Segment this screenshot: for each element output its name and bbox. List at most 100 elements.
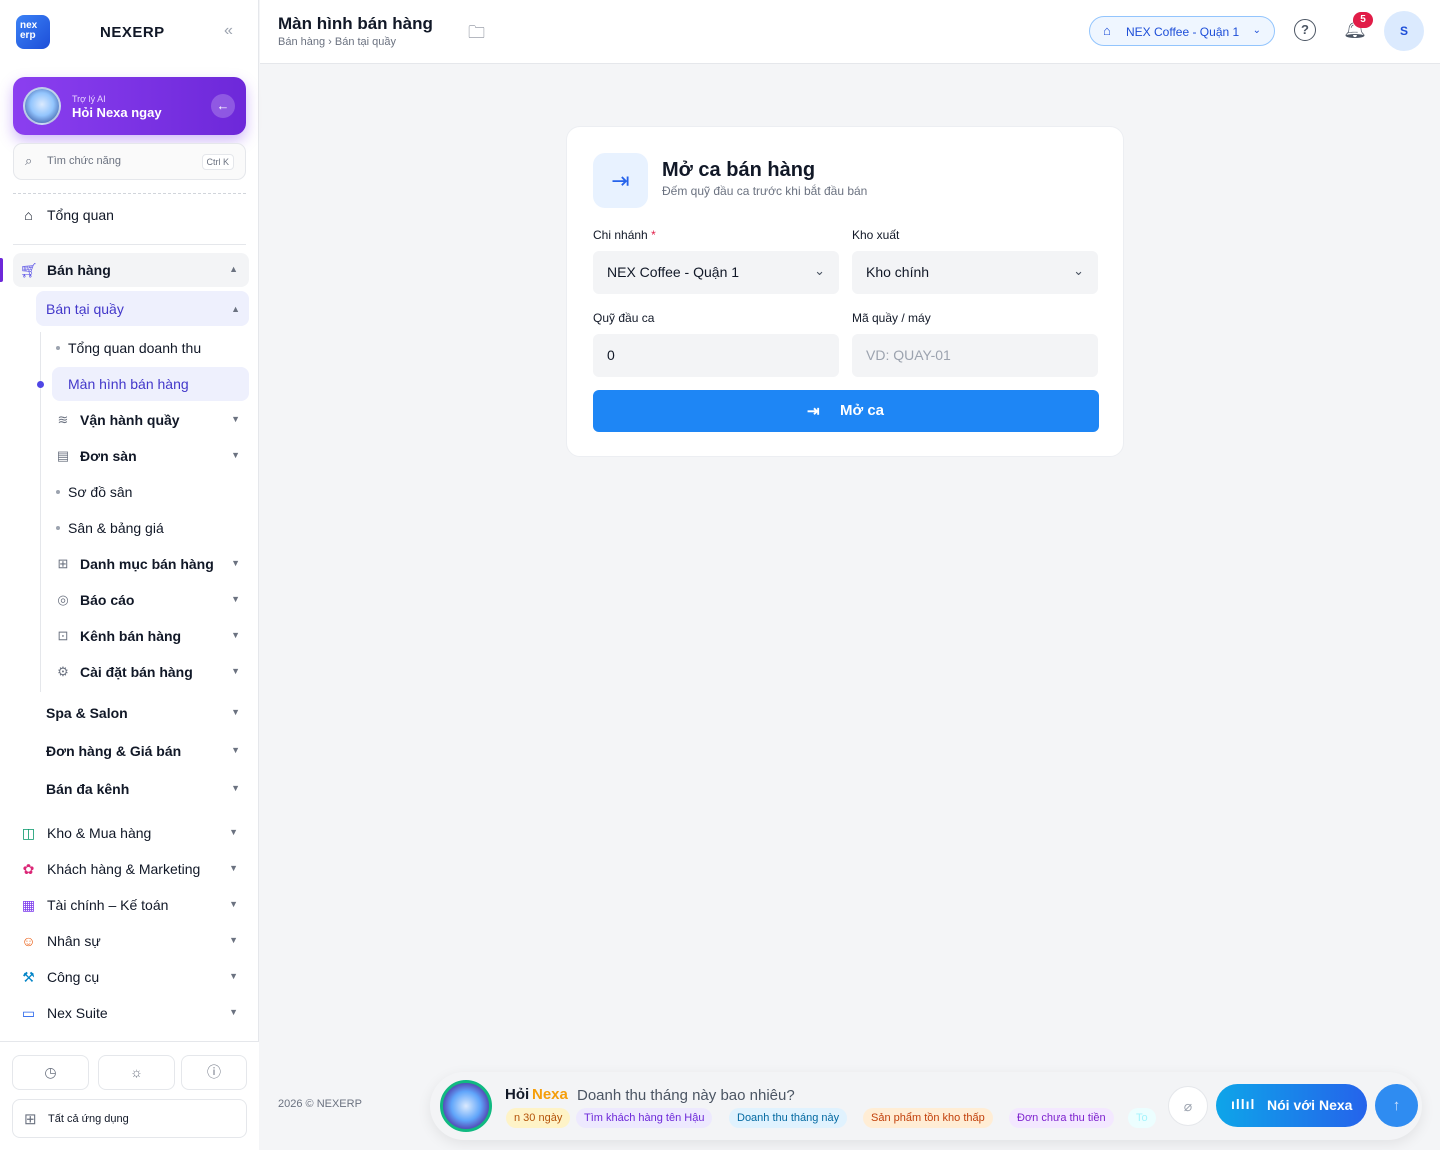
ai-chat-bar: Hỏi Nexa Doanh thu tháng này bao nhiêu? … — [430, 1072, 1422, 1140]
topbar: Màn hình bán hàng Bán hàng › Bán tại quầ… — [260, 0, 1440, 64]
warehouse-select[interactable]: Kho chính ⌄ — [852, 251, 1098, 294]
chevron-down-icon: ▼ — [231, 414, 240, 424]
sidebar-item-crm[interactable]: ✿ Khách hàng & Marketing ▼ — [13, 852, 249, 886]
current-dot — [37, 381, 44, 388]
sidebar-item-label: Kênh bán hàng — [80, 628, 182, 644]
gear-icon: ⚙︎ — [57, 664, 69, 679]
chat-title-nexa: Nexa — [532, 1086, 568, 1103]
function-search-input[interactable]: ⌕ Tìm chức năng Ctrl K — [13, 143, 246, 180]
chevron-down-icon: ▼ — [229, 827, 238, 837]
all-apps-button[interactable]: ⊞ Tất cả ứng dụng — [12, 1099, 247, 1138]
search-icon: ⌕ — [25, 153, 33, 168]
sidebar-item-nex-suite[interactable]: ▭ Nex Suite ▼ — [13, 996, 249, 1030]
theme-toggle-icon[interactable]: ☼ — [98, 1055, 175, 1090]
sidebar-group-omnichannel[interactable]: Bán đa kênh ▼ — [36, 772, 249, 806]
login-icon: ⇥ — [807, 403, 820, 420]
sidebar-item-label: Spa & Salon — [46, 705, 128, 721]
sidebar-item-counter-sales[interactable]: Bán tại quầy ▲ — [36, 291, 249, 326]
warehouse-field-label: Kho xuất — [852, 228, 900, 242]
chevron-down-icon: ⌄ — [1073, 263, 1084, 278]
home-icon: ⌂ — [24, 207, 33, 223]
ai-card-caption: Trợ lý AI — [72, 94, 106, 104]
sidebar-item-label: Tổng quan doanh thu — [68, 340, 202, 356]
sidebar-item-label: Công cụ — [47, 969, 100, 985]
branch-select[interactable]: NEX Coffee - Quận 1 ⌄ — [593, 251, 839, 294]
sidebar-group-orders-pricing[interactable]: Đơn hàng & Giá bán ▼ — [36, 734, 249, 768]
active-indicator — [0, 258, 3, 282]
sidebar-item-label: Đơn hàng & Giá bán — [46, 743, 182, 759]
search-placeholder: Tìm chức năng — [47, 155, 122, 167]
send-icon[interactable]: ↑ — [1375, 1084, 1418, 1127]
help-icon[interactable]: ? — [1294, 19, 1316, 41]
alert-icon[interactable]: ⓘ — [181, 1055, 247, 1090]
nexerp-logo[interactable]: nex erp — [16, 15, 50, 49]
divider — [13, 193, 246, 194]
nexa-avatar — [23, 87, 61, 125]
avatar[interactable]: S — [1384, 11, 1424, 51]
chat-input[interactable]: Doanh thu tháng này bao nhiêu? — [577, 1087, 795, 1104]
person-icon: ☺ — [21, 933, 36, 949]
history-icon[interactable]: ◷ — [12, 1055, 89, 1090]
wrench-icon: ⚒︎ — [22, 969, 35, 985]
branch-selector[interactable]: ⌂ NEX Coffee - Quận 1 ⌄ — [1089, 16, 1275, 46]
folder-icon[interactable]: 🗀︎ — [468, 20, 485, 49]
chevron-down-icon: ⌄ — [814, 263, 825, 278]
sidebar-item-sales-catalog[interactable]: ⊞ Danh mục bán hàng ▼ — [52, 547, 249, 581]
bullet — [56, 490, 60, 494]
voice-nexa-button[interactable]: ıllıl Nói với Nexa — [1216, 1084, 1367, 1127]
cart-icon: 🛒︎ — [20, 262, 38, 278]
branch-select-value: NEX Coffee - Quận 1 — [607, 264, 740, 280]
sidebar-item-label: Khách hàng & Marketing — [47, 861, 201, 877]
sidebar-item-court-pricing[interactable]: Sân & bảng giá — [52, 511, 249, 545]
chevron-down-icon: ▼ — [231, 594, 240, 604]
sidebar-item-court-map[interactable]: Sơ đồ sân — [52, 475, 249, 509]
open-shift-card: ⇥ Mở ca bán hàng Đếm quỹ đầu ca trước kh… — [566, 126, 1124, 457]
page-title: Màn hình bán hàng — [278, 14, 433, 33]
suggestion-chip[interactable]: Đơn chưa thu tiền — [1009, 1108, 1114, 1128]
bullet — [56, 526, 60, 530]
suggestion-chip[interactable]: Doanh thu tháng này — [729, 1108, 848, 1128]
nexa-avatar — [440, 1080, 492, 1132]
attach-icon[interactable]: ⌀ — [1168, 1086, 1208, 1126]
collapse-sidebar-icon[interactable]: « — [224, 22, 233, 40]
sidebar-item-label: Bán đa kênh — [46, 781, 130, 797]
sidebar-item-counter-ops[interactable]: ≋ Vận hành quầy ▼ — [52, 403, 249, 437]
sidebar-item-sales[interactable]: 🛒︎ Bán hàng ▲ — [13, 253, 249, 287]
sidebar-item-label: Bán tại quầy — [46, 301, 124, 317]
chevron-down-icon: ⌄ — [1252, 25, 1261, 36]
sidebar-item-sales-channels[interactable]: ⊡ Kênh bán hàng ▼ — [52, 619, 249, 653]
sidebar-item-finance[interactable]: ▦ Tài chính – Kế toán ▼ — [13, 888, 249, 922]
opening-fund-input[interactable]: 0 — [593, 334, 839, 377]
layers-icon: ≋ — [57, 412, 69, 427]
sidebar-item-tools[interactable]: ⚒︎ Công cụ ▼ — [13, 960, 249, 994]
counter-code-input[interactable]: VD: QUAY-01 — [852, 334, 1098, 377]
sidebar-item-hr[interactable]: ☺ Nhân sự ▼ — [13, 924, 249, 958]
suggestion-chip[interactable]: n 30 ngày — [506, 1108, 571, 1128]
suggestion-chip[interactable]: Sản phẩm tồn kho thấp — [863, 1108, 993, 1128]
sidebar-item-marketplace-orders[interactable]: ▤ Đơn sàn ▼ — [52, 439, 249, 473]
sidebar-item-sales-screen[interactable]: Màn hình bán hàng — [52, 367, 249, 401]
sidebar-item-reports[interactable]: ◎ Báo cáo ▼ — [52, 583, 249, 617]
suggestion-chip[interactable]: Tìm khách hàng tên Hậu — [576, 1108, 713, 1128]
sidebar-item-label: Màn hình bán hàng — [68, 376, 189, 392]
channel-icon: ⊡ — [57, 628, 69, 643]
open-shift-button[interactable]: ⇥ Mở ca — [593, 390, 1099, 432]
chevron-down-icon: ▼ — [229, 935, 238, 945]
copyright: 2026 © NEXERP — [278, 1098, 362, 1110]
counter-code-label: Mã quầy / máy — [852, 311, 931, 325]
breadcrumb[interactable]: Bán hàng › Bán tại quầy — [278, 36, 396, 48]
all-apps-label: Tất cả ứng dụng — [48, 1113, 129, 1125]
sidebar-footer: ◷ ☼ ⓘ ⊞ Tất cả ứng dụng — [0, 1041, 259, 1150]
calculator-icon: ▦ — [21, 897, 36, 913]
store-icon: ⌂ — [1103, 23, 1111, 38]
sidebar-item-sales-settings[interactable]: ⚙︎ Cài đặt bán hàng ▼ — [52, 655, 249, 689]
sidebar-item-inventory[interactable]: ◫ Kho & Mua hàng ▼ — [13, 816, 249, 850]
ai-assistant-card[interactable]: Trợ lý AI Hỏi Nexa ngay ← — [13, 77, 246, 135]
chevron-down-icon: ▼ — [229, 899, 238, 909]
sidebar-item-revenue-overview[interactable]: Tổng quan doanh thu — [52, 331, 249, 365]
sidebar-group-spa-salon[interactable]: Spa & Salon ▼ — [36, 696, 249, 730]
arrow-left-icon[interactable]: ← — [211, 94, 235, 118]
suggestion-chip[interactable]: To — [1128, 1108, 1156, 1128]
sidebar-item-overview[interactable]: ⌂ Tổng quan — [13, 198, 249, 232]
divider — [13, 244, 246, 245]
